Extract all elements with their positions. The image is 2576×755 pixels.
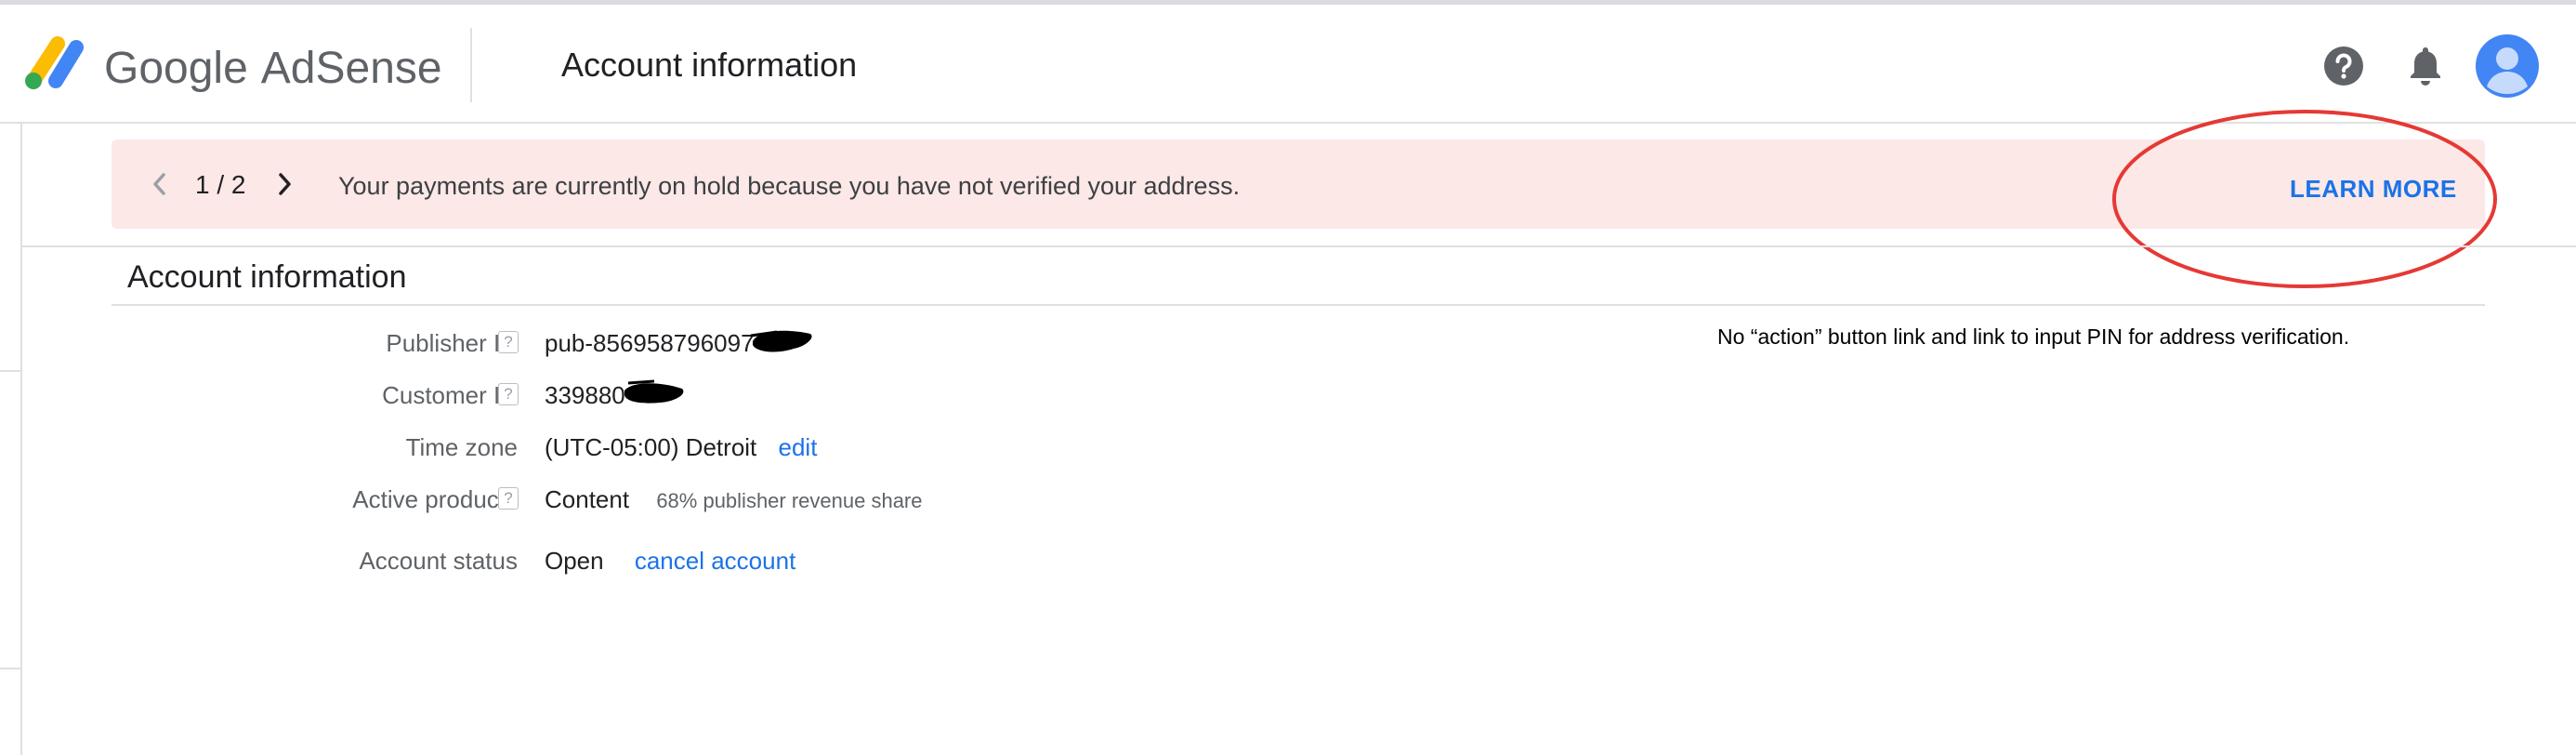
time-zone-row-value: (UTC-05:00) Detroit edit (545, 433, 817, 462)
active-products-row-value: Content 68% publisher revenue share (545, 485, 923, 514)
active-products-help-icon[interactable]: ? (498, 487, 519, 510)
time-zone-value: (UTC-05:00) Detroit (545, 433, 757, 461)
annotation-note: No “action” button link and link to inpu… (1717, 325, 2350, 349)
rail-divider (0, 370, 20, 372)
account-status-row-value: Open cancel account (545, 547, 795, 576)
rail-divider (0, 668, 20, 669)
account-avatar-icon[interactable] (2476, 34, 2539, 98)
banner-page-counter: 1 / 2 (195, 170, 246, 199)
account-status-value: Open (545, 547, 604, 575)
redaction-mark (750, 330, 812, 352)
brand-adsense: AdSense (260, 43, 442, 93)
revenue-share-text: 68% publisher revenue share (656, 489, 923, 512)
section-divider (112, 304, 2485, 306)
header-divider (470, 28, 472, 102)
publisher-id-help-icon[interactable]: ? (498, 331, 519, 353)
account-status-label: Account status (359, 547, 518, 575)
brand-wordmark[interactable]: Google AdSense (104, 38, 442, 98)
banner-message: Your payments are currently on hold beca… (338, 172, 1241, 200)
left-rail (0, 124, 22, 755)
cancel-account-link[interactable]: cancel account (635, 547, 795, 575)
time-zone-edit-link[interactable]: edit (779, 433, 818, 461)
redaction-mark (624, 379, 684, 404)
adsense-logo-icon[interactable] (20, 33, 85, 92)
page-title: Account information (561, 46, 858, 84)
time-zone-label: Time zone (405, 433, 518, 461)
annotation-circle (2112, 110, 2497, 288)
divider (22, 245, 2576, 247)
publisher-id-value: pub-856958796097 (545, 329, 755, 357)
notifications-icon[interactable] (2405, 44, 2446, 88)
active-products-value: Content (545, 485, 630, 513)
section-title: Account information (127, 259, 407, 295)
customer-id-value: 339880 (545, 381, 625, 409)
chevron-right-icon[interactable] (275, 167, 296, 201)
customer-id-help-icon[interactable]: ? (498, 383, 519, 405)
help-icon[interactable] (2323, 46, 2364, 86)
active-products-label: Active products (352, 485, 518, 513)
chevron-left-icon[interactable] (149, 167, 169, 201)
brand-google: Google (104, 43, 248, 93)
